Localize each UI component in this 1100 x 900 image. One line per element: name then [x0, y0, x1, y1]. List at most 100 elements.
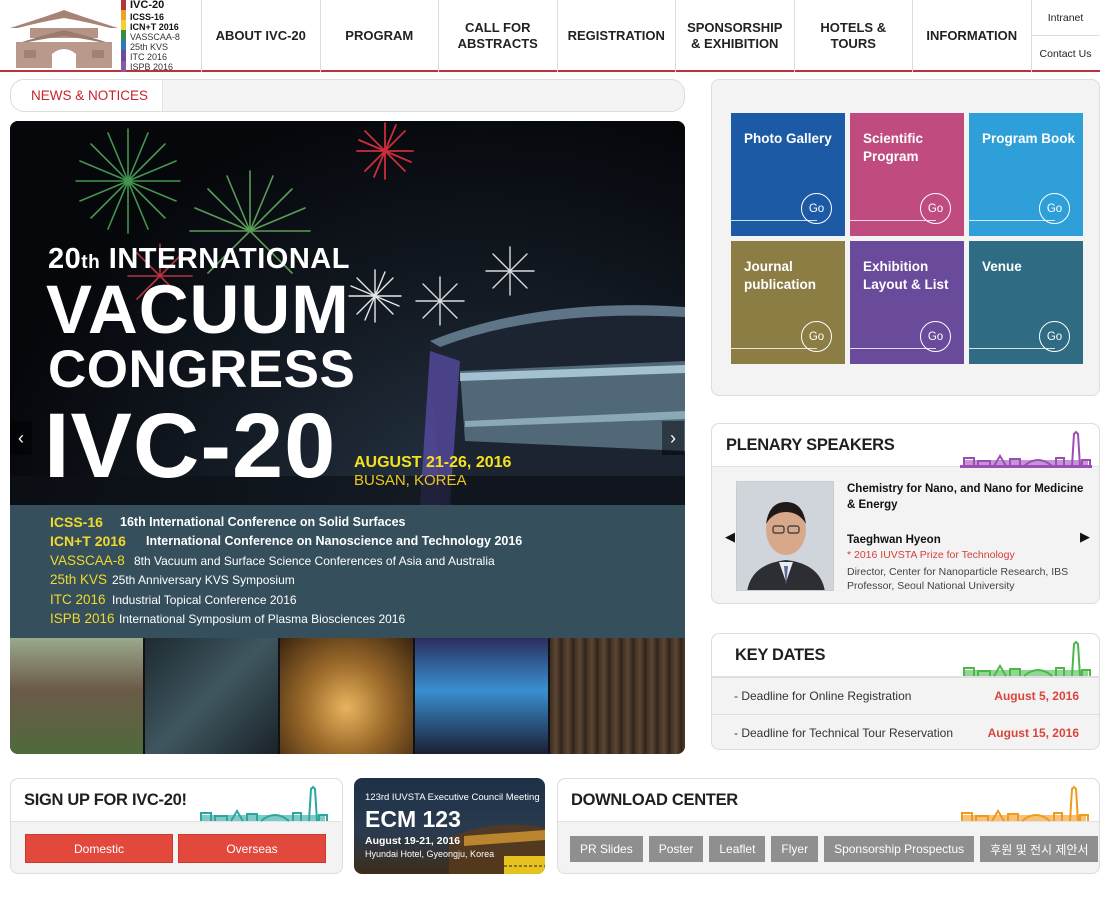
speaker-photo [736, 481, 834, 591]
tile-venue[interactable]: Venue Go [969, 241, 1083, 364]
card-header: PLENARY SPEAKERS [712, 424, 1099, 468]
speaker-prev-button[interactable]: ◀ [725, 529, 735, 545]
overseas-button[interactable]: Overseas [178, 834, 326, 863]
banner-night-scene: 20th INTERNATIONAL VACUUM CONGRESS IVC-2… [10, 121, 685, 505]
conference-abbr: 25th KVS [50, 572, 108, 588]
conference-row: ISPB 2016 International Symposium of Pla… [10, 611, 685, 630]
utility-links: Intranet Contact Us [1031, 0, 1100, 72]
tile-label: Exhibition Layout & List [863, 259, 949, 292]
banner-date: AUGUST 21-26, 2016 [354, 454, 512, 471]
tile-exhibition-layout[interactable]: Exhibition Layout & List Go [850, 241, 964, 364]
sponsorship-prospectus-button[interactable]: Sponsorship Prospectus [824, 836, 975, 862]
key-date-label: - Deadline for Online Registration [734, 689, 912, 703]
tile-divider [850, 220, 936, 221]
banner-next-button[interactable]: › [662, 421, 684, 455]
logo-line-3: ICN+T 2016 [130, 22, 179, 32]
site-header: IVC-20 ICSS-16 ICN+T 2016 VASSCAA-8 25th… [0, 0, 1100, 72]
speaker-next-button[interactable]: ▶ [1080, 529, 1090, 545]
go-button[interactable]: Go [920, 321, 951, 352]
chevron-left-icon: ‹ [18, 427, 24, 448]
plenary-title: PLENARY SPEAKERS [726, 436, 895, 454]
ecm-venue: Hyundai Hotel, Gyeongju, Korea [365, 849, 495, 859]
download-title: DOWNLOAD CENTER [571, 791, 738, 809]
domestic-button[interactable]: Domestic [25, 834, 173, 863]
tile-program-book[interactable]: Program Book Go [969, 113, 1083, 236]
intranet-link[interactable]: Intranet [1031, 0, 1100, 36]
go-button[interactable]: Go [801, 193, 832, 224]
ecm-banner[interactable]: 123rd IUVSTA Executive Council Meeting E… [354, 778, 545, 874]
go-button[interactable]: Go [801, 321, 832, 352]
speaker-portrait-image [737, 482, 833, 590]
card-header: KEY DATES [712, 634, 1099, 677]
tile-photo-gallery[interactable]: Photo Gallery Go [731, 113, 845, 236]
tile-divider [850, 348, 936, 349]
tile-divider [969, 348, 1055, 349]
conference-row: ITC 2016 Industrial Topical Conference 2… [10, 592, 685, 611]
conference-name: 16th International Conference on Solid S… [120, 515, 406, 529]
poster-button[interactable]: Poster [648, 836, 704, 862]
tile-label: Program Book [982, 131, 1076, 146]
korean-proposal-button[interactable]: 후원 및 전시 제안서 [980, 836, 1099, 862]
logo-line-1: IVC-20 [130, 0, 165, 11]
conference-abbr: ITC 2016 [50, 591, 106, 607]
ecm-subtitle: 123rd IUVSTA Executive Council Meeting [365, 792, 540, 803]
logo-line-4: VASSCAA-8 [130, 32, 180, 42]
go-button[interactable]: Go [1039, 321, 1070, 352]
key-date-value: August 15, 2016 [987, 726, 1079, 740]
contact-us-link[interactable]: Contact Us [1031, 36, 1100, 72]
news-notices-tab[interactable]: NEWS & NOTICES [11, 80, 163, 111]
speaker-prize: * 2016 IUVSTA Prize for Technology [847, 549, 1015, 561]
key-date-value: August 5, 2016 [994, 689, 1079, 703]
speaker-topic: Chemistry for Nano, and Nano for Medicin… [847, 483, 1084, 511]
nav-sponsorship-exhibition[interactable]: SPONSORSHIP & EXHIBITION [676, 0, 795, 72]
download-buttons: PR Slides Poster Leaflet Flyer Sponsorsh… [570, 836, 1099, 862]
pr-slides-button[interactable]: PR Slides [570, 836, 643, 862]
tile-label: Scientific Program [863, 131, 924, 164]
banner-line-3: CONGRESS [48, 340, 356, 399]
logo-line-6: ITC 2016 [130, 52, 168, 62]
tile-scientific-program[interactable]: Scientific Program Go [850, 113, 964, 236]
flyer-button[interactable]: Flyer [771, 836, 819, 862]
library-photo [550, 638, 685, 754]
nav-registration[interactable]: REGISTRATION [558, 0, 676, 72]
skyline-icon [200, 785, 328, 822]
conference-name: Industrial Topical Conference 2016 [112, 592, 297, 607]
conference-abbr: ICN+T 2016 [50, 533, 126, 550]
go-button[interactable]: Go [920, 193, 951, 224]
site-logo[interactable]: IVC-20 ICSS-16 ICN+T 2016 VASSCAA-8 25th… [0, 0, 202, 72]
nav-hotels-tours[interactable]: HOTELS & TOURS [795, 0, 913, 72]
banner-photo-strip [10, 638, 685, 754]
conference-name: 8th Vacuum and Surface Science Conferenc… [134, 553, 495, 568]
nav-about[interactable]: ABOUT IVC-20 [202, 0, 321, 72]
nav-program[interactable]: PROGRAM [321, 0, 439, 72]
tile-divider [731, 348, 817, 349]
logo-line-2: ICSS-16 [130, 12, 165, 22]
banner-prev-button[interactable]: ‹ [10, 421, 32, 455]
conference-name: International Conference on Nanoscience … [146, 534, 523, 549]
key-dates-title: KEY DATES [735, 646, 826, 664]
conference-row: VASSCAA-8 8th Vacuum and Surface Science… [10, 553, 685, 572]
download-center-card: DOWNLOAD CENTER PR Slides Poster Leaflet… [557, 778, 1100, 874]
nav-call-for-abstracts[interactable]: CALL FOR ABSTRACTS [439, 0, 558, 72]
go-button[interactable]: Go [1039, 193, 1070, 224]
plenary-speakers-card: PLENARY SPEAKERS ◀ Chemistry for Nano, a… [711, 423, 1100, 604]
card-header: DOWNLOAD CENTER [558, 779, 1099, 822]
conference-abbr: ISPB 2016 [50, 610, 115, 626]
conference-abbr: ICSS-16 [50, 514, 103, 530]
signup-card: SIGN UP FOR IVC-20! Domestic Overseas [10, 778, 343, 874]
leaflet-button[interactable]: Leaflet [709, 836, 766, 862]
triangle-right-icon: ▶ [1080, 529, 1090, 544]
buddha-photo [280, 638, 415, 754]
nav-information[interactable]: INFORMATION [913, 0, 1032, 72]
key-date-row: - Deadline for Online Registration Augus… [712, 677, 1099, 714]
building-photo [415, 638, 550, 754]
tile-journal-publication[interactable]: Journal publication Go [731, 241, 845, 364]
news-ticker: NEWS & NOTICES [10, 79, 685, 112]
logo-line-7: ISPB 2016 [130, 62, 174, 72]
tile-label: Venue [982, 259, 1022, 274]
tile-label: Photo Gallery [744, 131, 832, 146]
speaker-name: Taeghwan Hyeon [847, 534, 941, 546]
tile-label: Journal publication [744, 259, 816, 292]
key-date-label: - Deadline for Technical Tour Reservatio… [734, 726, 954, 740]
conference-name: 25th Anniversary KVS Symposium [112, 573, 295, 588]
